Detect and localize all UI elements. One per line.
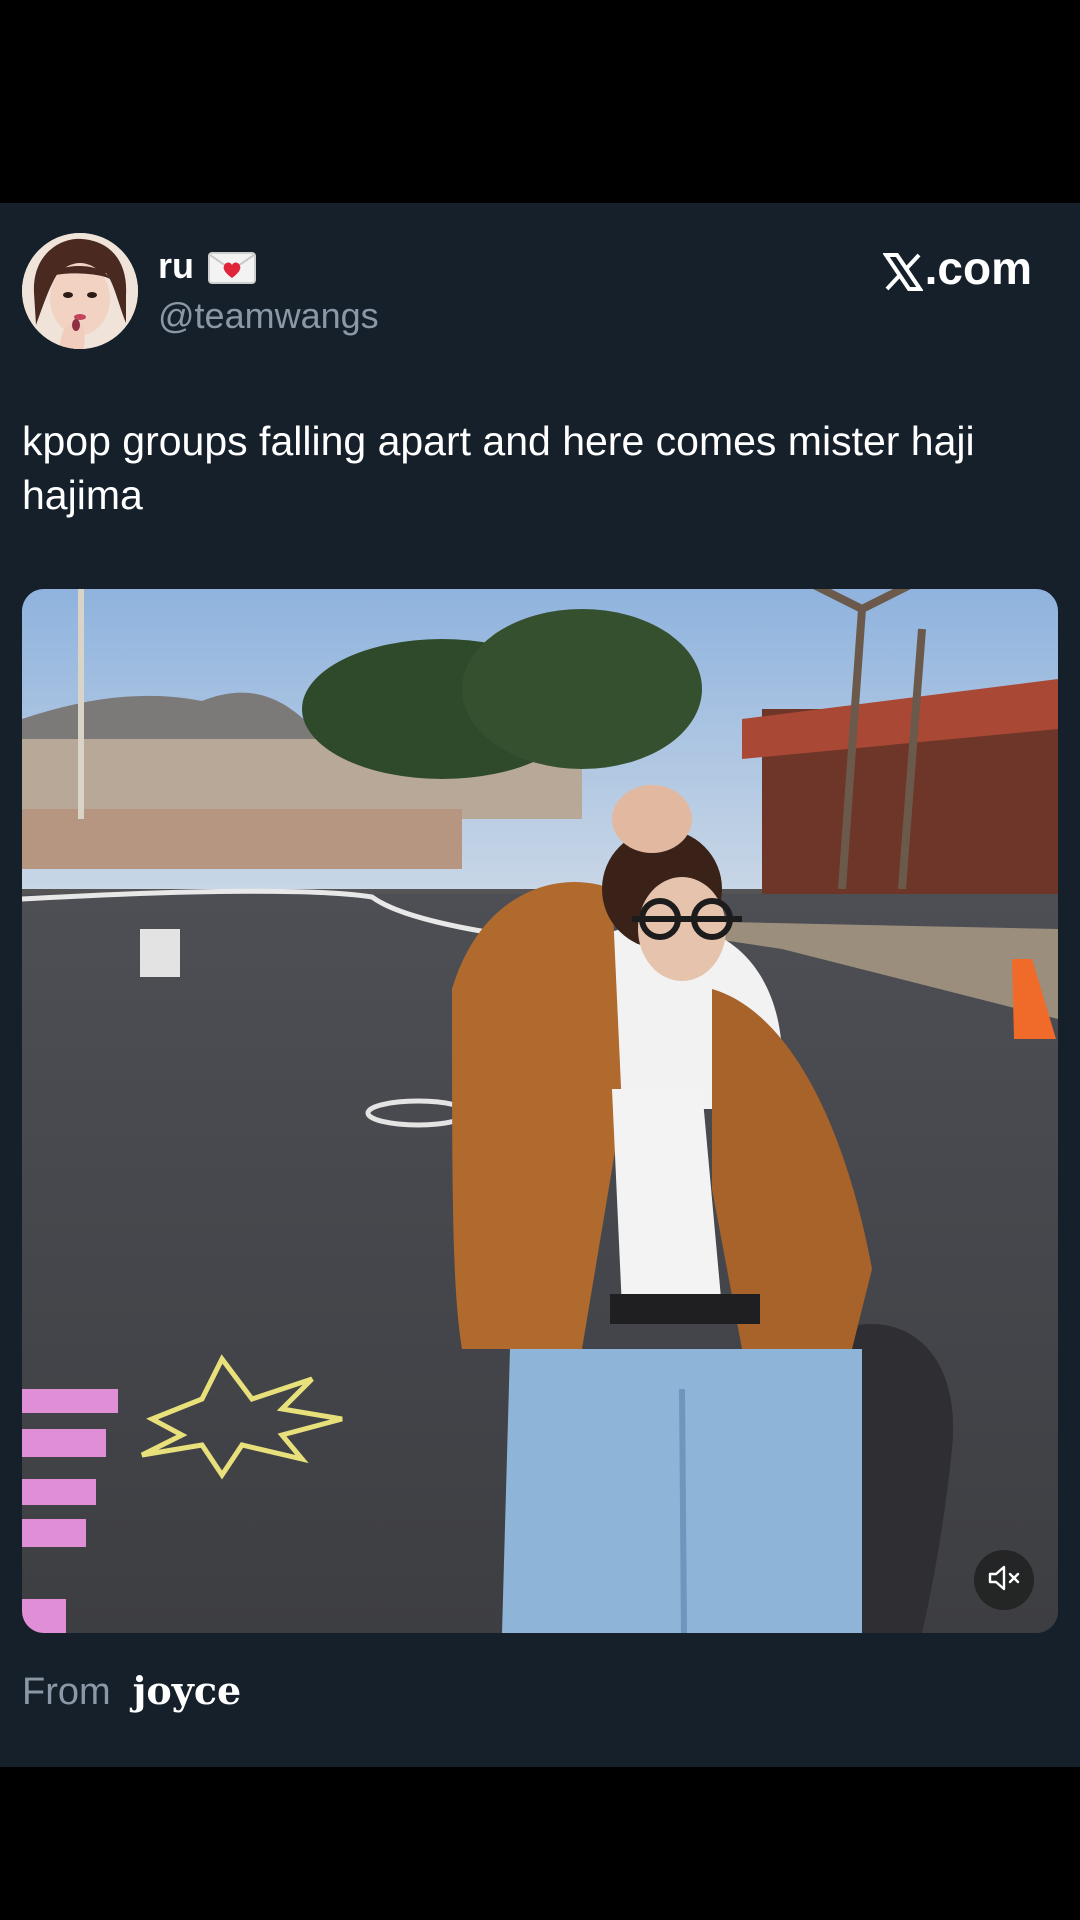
attribution: From joyce [22, 1666, 241, 1717]
video-player[interactable] [22, 589, 1058, 1633]
source-name[interactable]: joyce [133, 1666, 242, 1716]
author-handle[interactable]: @teamwangs [158, 294, 379, 338]
speaker-muted-icon [987, 1563, 1021, 1598]
author-display-name[interactable]: ru [158, 244, 194, 288]
brand-suffix: .com [924, 242, 1032, 294]
top-black-bar [0, 0, 1080, 203]
avatar[interactable] [22, 233, 138, 349]
screen: ru @teamwangs .com kpop groups falling a… [0, 0, 1080, 1920]
video-frame [22, 589, 1058, 1633]
brand-watermark: .com [881, 240, 1032, 296]
post-text: kpop groups falling apart and here comes… [22, 418, 975, 518]
from-label: From [22, 1671, 111, 1713]
mute-toggle-button[interactable] [974, 1550, 1034, 1610]
bottom-black-bar [0, 1767, 1080, 1920]
author-name-row[interactable]: ru [158, 244, 256, 288]
love-letter-icon [208, 250, 256, 284]
x-logo-icon [881, 248, 924, 291]
